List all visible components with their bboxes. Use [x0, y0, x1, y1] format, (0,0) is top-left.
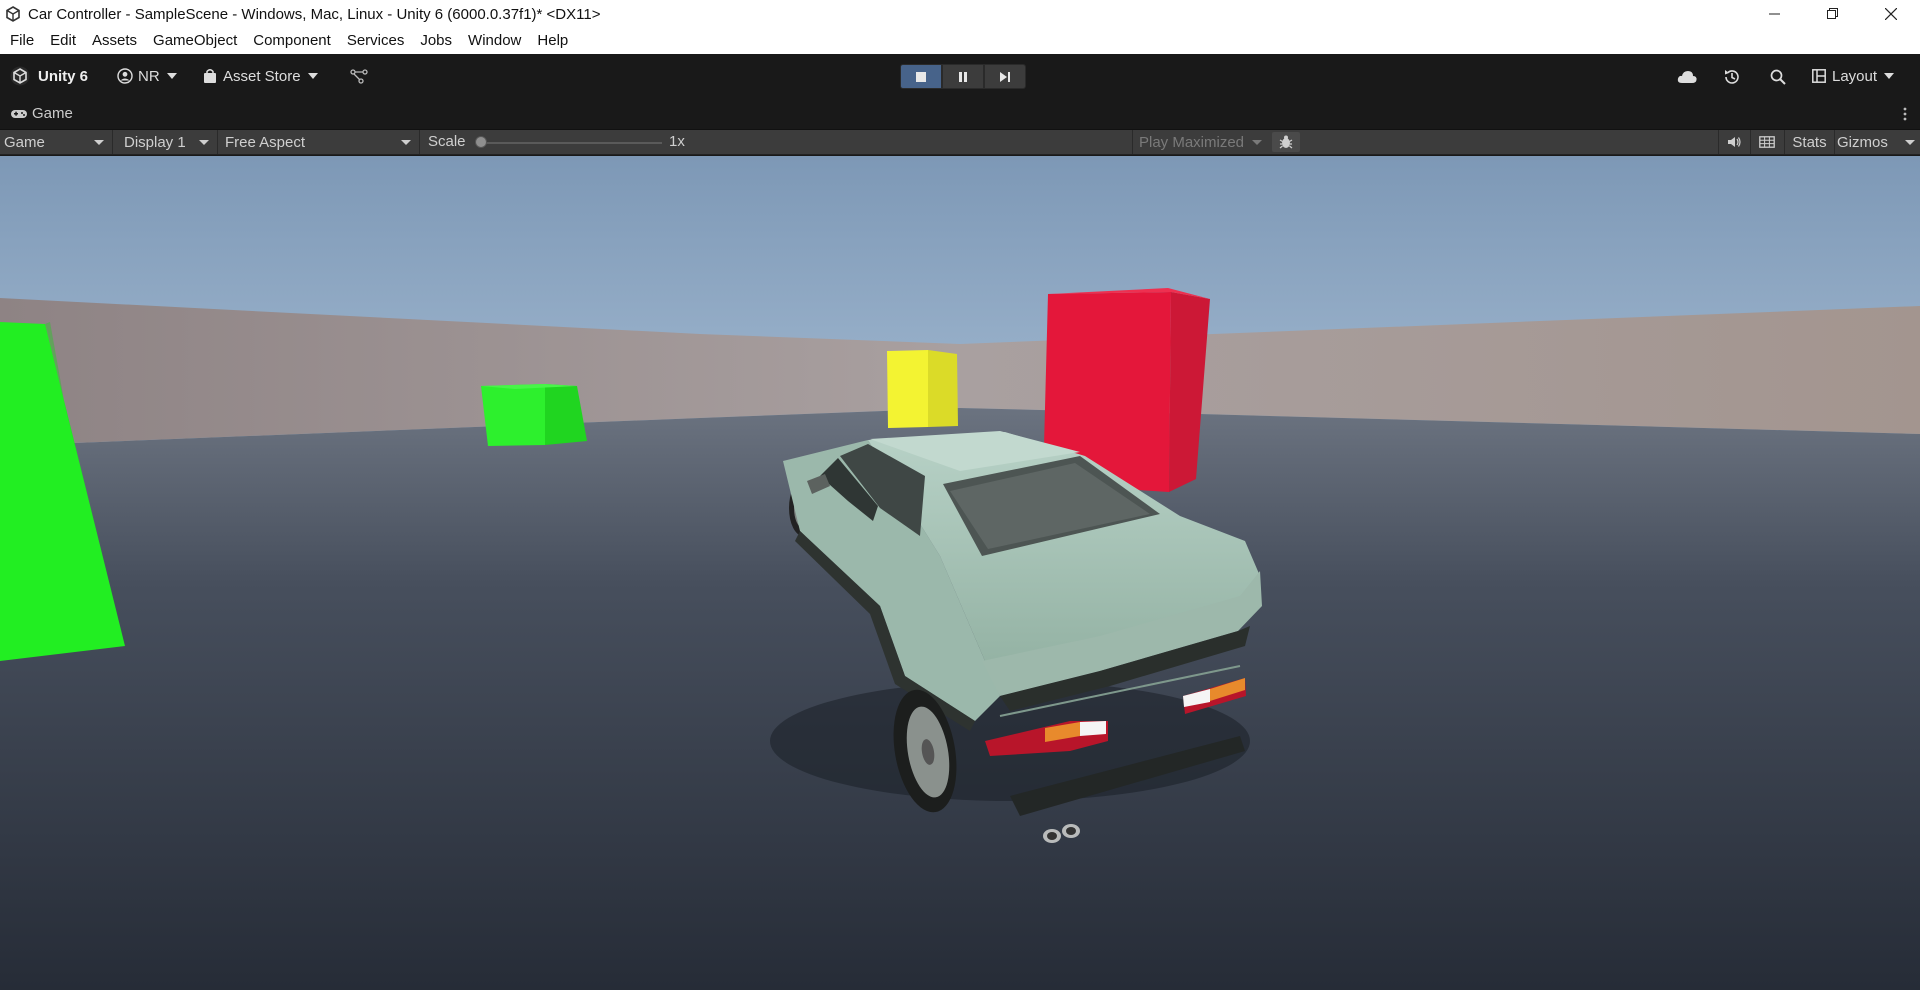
unity-logo-icon — [10, 66, 30, 86]
history-icon[interactable] — [1721, 66, 1743, 88]
chevron-down-icon — [199, 140, 209, 145]
account-dropdown[interactable]: NR — [117, 63, 177, 89]
search-icon[interactable] — [1767, 66, 1789, 88]
unity-version-label: Unity 6 — [38, 67, 89, 85]
step-icon — [1000, 71, 1010, 82]
tab-game-label: Game — [32, 105, 73, 122]
aspect-label: Free Aspect — [225, 133, 306, 151]
chevron-down-icon — [307, 73, 318, 79]
stats-button[interactable]: Stats — [1784, 130, 1834, 154]
menu-jobs[interactable]: Jobs — [412, 28, 460, 54]
pause-button[interactable] — [942, 64, 984, 89]
shopping-bag-icon — [204, 69, 216, 83]
menu-window[interactable]: Window — [460, 28, 529, 54]
view-mode-dropdown[interactable]: Game — [0, 130, 113, 154]
gizmos-label: Gizmos — [1837, 133, 1888, 151]
layout-icon — [1812, 69, 1826, 83]
menu-bar: File Edit Assets GameObject Component Se… — [0, 28, 1920, 54]
asset-store-label: Asset Store — [223, 67, 301, 85]
restore-icon[interactable] — [1804, 0, 1862, 28]
play-controls — [900, 64, 1026, 89]
menu-edit[interactable]: Edit — [42, 28, 84, 54]
account-label: NR — [138, 67, 160, 85]
scale-slider-track[interactable] — [480, 142, 662, 144]
game-viewport[interactable] — [0, 156, 1920, 990]
window-title: Car Controller - SampleScene - Windows, … — [28, 5, 601, 23]
gizmos-dropdown[interactable]: Gizmos — [1834, 130, 1920, 154]
scale-label: Scale — [428, 133, 466, 150]
gamepad-icon — [11, 109, 27, 118]
aspect-dropdown[interactable]: Free Aspect — [221, 130, 420, 154]
stats-label: Stats — [1792, 133, 1827, 151]
close-icon[interactable] — [1862, 0, 1920, 28]
chevron-down-icon — [401, 140, 411, 145]
play-button[interactable] — [900, 64, 942, 89]
view-mode-label: Game — [4, 133, 45, 151]
menu-component[interactable]: Component — [245, 28, 339, 54]
menu-assets[interactable]: Assets — [84, 28, 145, 54]
menu-gameobject[interactable]: GameObject — [145, 28, 245, 54]
more-options-icon[interactable] — [1902, 104, 1908, 124]
chevron-down-icon — [94, 140, 104, 145]
user-icon — [117, 68, 133, 84]
chevron-down-icon — [166, 73, 177, 79]
menu-help[interactable]: Help — [529, 28, 576, 54]
play-mode-dropdown[interactable]: Play Maximized — [1132, 130, 1268, 154]
layout-dropdown[interactable]: Layout — [1812, 63, 1895, 89]
display-dropdown[interactable]: Display 1 — [120, 130, 218, 154]
tab-bar: Game — [0, 99, 1920, 130]
game-view-toolbar: Game Display 1 Free Aspect Scale 1x Play… — [0, 130, 1920, 155]
unity-account-button[interactable]: Unity 6 — [10, 63, 88, 89]
yellow-cube — [887, 350, 958, 428]
unity-app-icon — [4, 5, 22, 23]
title-bar: Car Controller - SampleScene - Windows, … — [0, 0, 1920, 28]
menu-services[interactable]: Services — [339, 28, 413, 54]
grid-icon[interactable] — [1750, 130, 1782, 154]
scale-slider-thumb[interactable] — [475, 136, 487, 148]
tab-game[interactable]: Game — [10, 105, 73, 122]
asset-store-dropdown[interactable]: Asset Store — [203, 63, 318, 89]
menu-file[interactable]: File — [2, 28, 42, 54]
bug-icon[interactable] — [1272, 132, 1300, 152]
display-label: Display 1 — [124, 133, 186, 151]
green-cube-small — [481, 384, 587, 446]
chevron-down-icon — [1905, 140, 1915, 145]
stop-icon — [916, 71, 926, 82]
pause-icon — [959, 71, 967, 82]
main-toolbar: Unity 6 NR Asset Store Layout — [0, 54, 1920, 99]
audio-mute-icon[interactable] — [1718, 130, 1748, 154]
layout-label: Layout — [1832, 67, 1878, 85]
cloud-icon[interactable] — [1676, 66, 1698, 88]
play-mode-label: Play Maximized — [1139, 133, 1245, 151]
minimize-icon[interactable] — [1746, 0, 1804, 28]
scale-value: 1x — [669, 133, 685, 150]
step-button[interactable] — [984, 64, 1026, 89]
chevron-down-icon — [1252, 140, 1262, 145]
chevron-down-icon — [1884, 73, 1895, 79]
version-control-icon[interactable] — [350, 63, 368, 89]
